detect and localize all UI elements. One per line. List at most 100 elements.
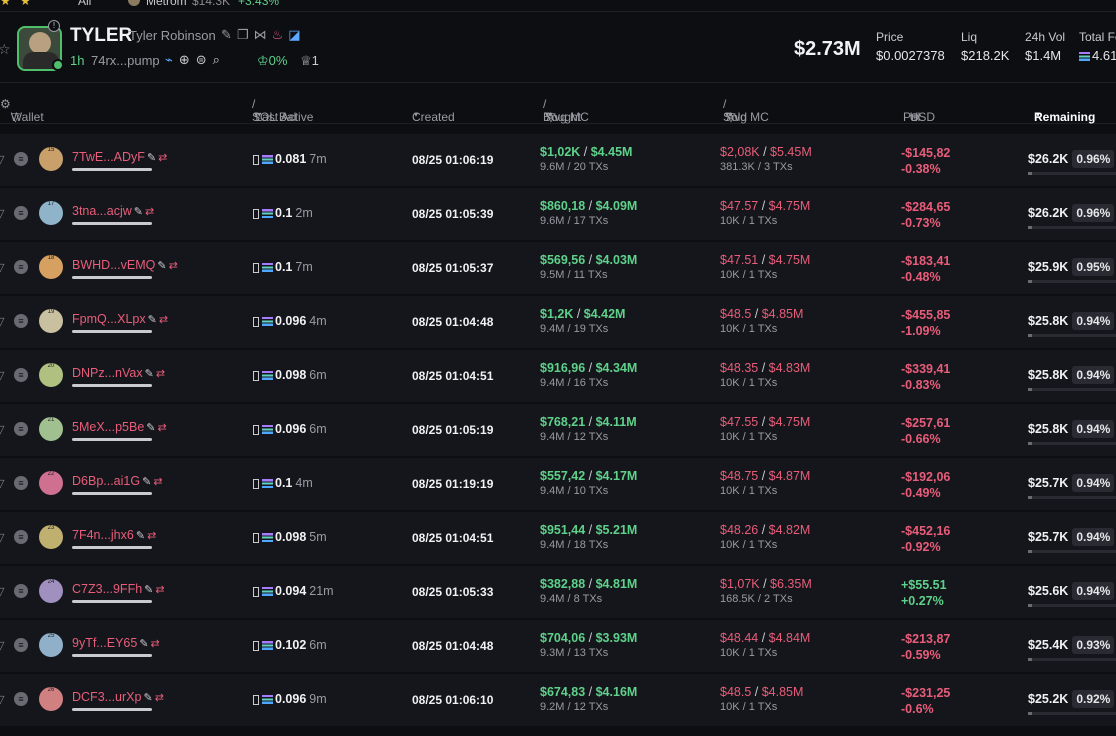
col-sold[interactable]: Sold ▾ / Avg MC ▾ ▽ bbox=[723, 97, 769, 124]
table-row[interactable]: ▽ ≡ 21 5MeX...p5Be ✎ ⇄ 0.096 6m 08/25 01:05… bbox=[0, 404, 1116, 458]
menu-icon[interactable]: ≡ bbox=[14, 584, 28, 598]
filter-icon[interactable]: ▽ bbox=[546, 110, 555, 124]
menu-icon[interactable]: ≡ bbox=[14, 368, 28, 382]
filter-icon[interactable]: ▽ bbox=[0, 207, 4, 220]
wallet-avatar[interactable]: 17 bbox=[39, 201, 63, 225]
menu-icon[interactable]: ≡ bbox=[14, 152, 28, 166]
link-icon[interactable]: ⇄ bbox=[156, 368, 165, 380]
table-row[interactable]: ▽ ≡ 24 C7Z3...9FFh ✎ ⇄ 0.094 21m 08/25 01:0… bbox=[0, 566, 1116, 620]
link-icon[interactable]: ⇄ bbox=[147, 530, 156, 542]
fire-icon[interactable]: ♨ bbox=[272, 27, 289, 42]
menu-icon[interactable]: ≡ bbox=[14, 638, 28, 652]
col-wallet[interactable]: ⚙ Wallet ▽ bbox=[0, 97, 44, 124]
menu-icon[interactable]: ≡ bbox=[14, 422, 28, 436]
star-icon[interactable]: ★ bbox=[0, 0, 11, 8]
link-icon[interactable]: ⇄ bbox=[155, 584, 164, 596]
edit-icon[interactable]: ✎ bbox=[157, 260, 166, 272]
link-icon[interactable]: ⇄ bbox=[151, 638, 160, 650]
col-pnl[interactable]: Pnl USD ⊛ bbox=[903, 97, 935, 124]
link-icon[interactable]: ⇄ bbox=[155, 692, 164, 704]
info-icon[interactable]: ! bbox=[48, 20, 60, 32]
wallet-avatar[interactable]: 24 bbox=[39, 579, 63, 603]
wallet-avatar[interactable]: 21 bbox=[39, 417, 63, 441]
edit-icon[interactable]: ✎ bbox=[143, 692, 152, 704]
wallet-avatar[interactable]: 25 bbox=[39, 633, 63, 657]
filter-icon[interactable]: ▽ bbox=[0, 585, 4, 598]
link-icon[interactable]: ⇄ bbox=[153, 476, 162, 488]
table-row[interactable]: ▽ ≡ 23 7F4n...jhx6 ✎ ⇄ 0.098 5m 08/25 01:04… bbox=[0, 512, 1116, 566]
wallet-address-link[interactable]: DNPz...nVax ✎ ⇄ bbox=[72, 366, 165, 380]
col-bought[interactable]: Bought ▾ / Avg MC ▾ ▽ bbox=[543, 97, 589, 124]
coin-icon[interactable]: ⊜ bbox=[196, 52, 213, 67]
edit-icon[interactable]: ✎ bbox=[144, 584, 153, 596]
edit-icon[interactable]: ✎ bbox=[139, 638, 148, 650]
table-row[interactable]: ▽ ≡ 25 9yTf...EY65 ✎ ⇄ 0.102 6m 08/25 01:04… bbox=[0, 620, 1116, 674]
edit-icon[interactable]: ✎ bbox=[146, 422, 155, 434]
wallet-avatar[interactable]: 22 bbox=[39, 471, 63, 495]
link-icon[interactable]: ⇄ bbox=[145, 206, 154, 218]
edit-icon[interactable]: ✎ bbox=[147, 152, 156, 164]
pill-icon[interactable]: ⌁ bbox=[165, 52, 179, 67]
wallet-address-link[interactable]: 5MeX...p5Be ✎ ⇄ bbox=[72, 420, 167, 434]
globe-icon[interactable]: ⊕ bbox=[179, 52, 196, 67]
dollar-icon[interactable]: ⊛ bbox=[910, 110, 920, 124]
wallet-address-link[interactable]: 9yTf...EY65 ✎ ⇄ bbox=[72, 636, 160, 650]
chat-icon[interactable]: ◪ bbox=[288, 27, 305, 42]
wallet-address-link[interactable]: D6Bp...ai1G ✎ ⇄ bbox=[72, 474, 163, 488]
menu-icon[interactable]: ≡ bbox=[14, 260, 28, 274]
link-icon[interactable]: ⇄ bbox=[159, 314, 168, 326]
table-row[interactable]: ▽ ≡ 22 D6Bp...ai1G ✎ ⇄ 0.1 4m 08/25 01:19:1… bbox=[0, 458, 1116, 512]
link-icon[interactable]: ⇄ bbox=[157, 422, 166, 434]
col-sol-bal[interactable]: SOL Bal ▾ / Last Active ▾ bbox=[252, 97, 313, 124]
favorite-star-icon[interactable]: ☆ bbox=[0, 41, 11, 58]
link-icon[interactable]: ⇄ bbox=[158, 152, 167, 164]
share-icon[interactable]: ⋈ bbox=[254, 27, 272, 42]
filter-icon[interactable]: ▽ bbox=[0, 423, 4, 436]
menu-icon[interactable]: ≡ bbox=[14, 476, 28, 490]
filter-select[interactable]: All bbox=[78, 0, 91, 8]
edit-icon[interactable]: ✎ bbox=[221, 27, 237, 42]
table-row[interactable]: ▽ ≡ 19 FpmQ...XLpx ✎ ⇄ 0.096 4m 08/25 01:04… bbox=[0, 296, 1116, 350]
menu-icon[interactable]: ≡ bbox=[14, 530, 28, 544]
filter-icon[interactable]: ▽ bbox=[726, 110, 735, 124]
filter-icon[interactable]: ▽ bbox=[0, 531, 4, 544]
table-row[interactable]: ▽ ≡ 20 DNPz...nVax ✎ ⇄ 0.098 6m 08/25 01:04… bbox=[0, 350, 1116, 404]
filter-icon[interactable]: ▽ bbox=[0, 639, 4, 652]
filter-icon[interactable]: ▽ bbox=[0, 315, 4, 328]
filter-icon[interactable]: ▽ bbox=[11, 110, 20, 124]
filter-icon[interactable]: ▽ bbox=[0, 477, 4, 490]
edit-icon[interactable]: ✎ bbox=[134, 206, 143, 218]
token-address[interactable]: 74rx...pump bbox=[91, 53, 160, 68]
table-row[interactable]: ▽ ≡ 15 7TwE...ADyF ✎ ⇄ 0.081 7m 08/25 01:06… bbox=[0, 134, 1116, 188]
edit-icon[interactable]: ✎ bbox=[145, 368, 154, 380]
coin-name[interactable]: Metrom bbox=[146, 0, 187, 8]
table-row[interactable]: ▽ ≡ 17 3tna...acjw ✎ ⇄ 0.1 2m 08/25 01:05:3… bbox=[0, 188, 1116, 242]
filter-icon[interactable]: ▽ bbox=[0, 261, 4, 274]
wallet-address-link[interactable]: 7TwE...ADyF ✎ ⇄ bbox=[72, 150, 167, 164]
wallet-address-link[interactable]: 3tna...acjw ✎ ⇄ bbox=[72, 204, 154, 218]
menu-icon[interactable]: ≡ bbox=[14, 206, 28, 220]
wallet-avatar[interactable]: 23 bbox=[39, 525, 63, 549]
star-filled-icon[interactable]: ★ bbox=[20, 0, 31, 8]
table-row[interactable]: ▽ ≡ 18 BWHD...vEMQ ✎ ⇄ 0.1 7m 08/25 01:05:3… bbox=[0, 242, 1116, 296]
wallet-avatar[interactable]: 26 bbox=[39, 687, 63, 711]
wallet-avatar[interactable]: 20 bbox=[39, 363, 63, 387]
wallet-avatar[interactable]: 19 bbox=[39, 309, 63, 333]
wallet-avatar[interactable]: 15 bbox=[39, 147, 63, 171]
filter-icon[interactable]: ▽ bbox=[0, 369, 4, 382]
wallet-address-link[interactable]: 7F4n...jhx6 ✎ ⇄ bbox=[72, 528, 156, 542]
edit-icon[interactable]: ✎ bbox=[142, 476, 151, 488]
wallet-avatar[interactable]: 18 bbox=[39, 255, 63, 279]
wallet-address-link[interactable]: BWHD...vEMQ ✎ ⇄ bbox=[72, 258, 178, 272]
wallet-address-link[interactable]: FpmQ...XLpx ✎ ⇄ bbox=[72, 312, 168, 326]
wallet-address-link[interactable]: C7Z3...9FFh ✎ ⇄ bbox=[72, 582, 165, 596]
filter-icon[interactable]: ▽ bbox=[0, 693, 4, 706]
search-icon[interactable]: ⌕ bbox=[213, 52, 226, 67]
menu-icon[interactable]: ≡ bbox=[14, 692, 28, 706]
filter-icon[interactable]: ▽ bbox=[0, 153, 4, 166]
edit-icon[interactable]: ✎ bbox=[148, 314, 157, 326]
table-row[interactable]: ▽ ≡ 26 DCF3...urXp ✎ ⇄ 0.096 9m 08/25 01:06… bbox=[0, 674, 1116, 728]
wallet-address-link[interactable]: DCF3...urXp ✎ ⇄ bbox=[72, 690, 164, 704]
edit-icon[interactable]: ✎ bbox=[136, 530, 145, 542]
menu-icon[interactable]: ≡ bbox=[14, 314, 28, 328]
